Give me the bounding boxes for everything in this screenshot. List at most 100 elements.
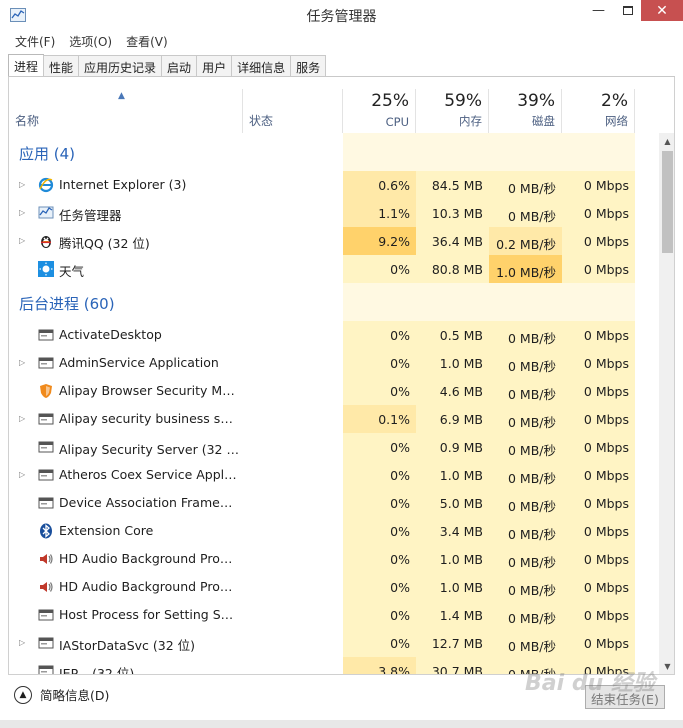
disk-value: 1.0 MB/秒 — [489, 255, 562, 283]
process-name: 天气 — [59, 264, 85, 279]
cpu-value: 0.6% — [343, 171, 416, 199]
minimize-button[interactable]: — — [584, 0, 613, 21]
maximize-button[interactable] — [613, 0, 642, 21]
task-manager-icon — [38, 205, 54, 221]
process-row[interactable]: HD Audio Background Proce... 0% 1.0 MB 0 MB… — [9, 573, 659, 601]
cpu-value: 9.2% — [343, 227, 416, 255]
process-list: 应用 (4) ▷ Internet Explorer (3) 0.6% 84.5 MB 0… — [9, 133, 659, 674]
process-name: Internet Explorer (3) — [59, 177, 187, 192]
column-network[interactable]: 2% 网络 — [562, 89, 635, 133]
memory-value: 10.3 MB — [416, 199, 489, 227]
disk-value: 0 MB/秒 — [489, 433, 562, 461]
close-button[interactable]: ✕ — [641, 0, 683, 21]
scroll-down-icon[interactable]: ▼ — [659, 658, 674, 674]
cpu-total-percent: 25% — [371, 91, 409, 111]
network-value: 0 Mbps — [562, 573, 635, 601]
group-header-apps[interactable]: 应用 (4) — [9, 133, 659, 171]
network-value: 0 Mbps — [562, 629, 635, 657]
process-row[interactable]: ▷ Alipay security business servi... 0.1% 6.… — [9, 405, 659, 433]
process-row[interactable]: HD Audio Background Proce... 0% 1.0 MB 0 MB… — [9, 545, 659, 573]
disk-value: 0 MB/秒 — [489, 489, 562, 517]
disk-value: 0 MB/秒 — [489, 573, 562, 601]
process-name: HD Audio Background Proce... — [59, 551, 239, 566]
process-row[interactable]: ▷ 腾讯QQ (32 位) 9.2% 36.4 MB 0.2 MB/秒 0 Mbps — [9, 227, 659, 255]
column-disk-label: 磁盘 — [532, 114, 555, 128]
tab-performance[interactable]: 性能 — [43, 55, 80, 77]
tab-services[interactable]: 服务 — [290, 55, 327, 77]
network-value: 0 Mbps — [562, 461, 635, 489]
weather-icon — [38, 261, 54, 277]
memory-value: 3.4 MB — [416, 517, 489, 545]
tab-app-history[interactable]: 应用历史记录 — [78, 55, 163, 77]
process-row[interactable]: Extension Core 0% 3.4 MB 0 MB/秒 0 Mbps — [9, 517, 659, 545]
cpu-value: 0% — [343, 629, 416, 657]
scroll-thumb[interactable] — [662, 151, 673, 253]
tab-startup[interactable]: 启动 — [161, 55, 198, 77]
sort-ascending-icon: ▲ — [118, 91, 125, 101]
process-row[interactable]: ▷ AdminService Application 0% 1.0 MB 0 MB/秒 0… — [9, 349, 659, 377]
expand-chevron-icon[interactable]: ▷ — [19, 208, 25, 217]
disk-value: 0 MB/秒 — [489, 377, 562, 405]
process-row[interactable]: Alipay Browser Security Mon... 0% 4.6 MB 0 … — [9, 377, 659, 405]
column-disk[interactable]: 39% 磁盘 — [489, 89, 562, 133]
process-name: Alipay security business servi... — [59, 411, 239, 426]
menu-options[interactable]: 选项(O) — [62, 31, 119, 51]
column-name-label: 名称 — [15, 114, 40, 128]
column-header: ▲ 名称 状态 25% CPU 59% 内存 39% 磁盘 2% 网络 — [9, 89, 659, 133]
expand-chevron-icon[interactable]: ▷ — [19, 414, 25, 423]
process-row[interactable]: ActivateDesktop 0% 0.5 MB 0 MB/秒 0 Mbps — [9, 321, 659, 349]
network-value: 0 Mbps — [562, 199, 635, 227]
cpu-value: 0% — [343, 255, 416, 283]
window-icon — [38, 439, 54, 455]
column-cpu[interactable]: 25% CPU — [343, 89, 416, 133]
tab-details[interactable]: 详细信息 — [231, 55, 292, 77]
column-network-label: 网络 — [605, 114, 628, 128]
scroll-up-icon[interactable]: ▲ — [659, 133, 674, 150]
memory-value: 1.0 MB — [416, 349, 489, 377]
expand-chevron-icon[interactable]: ▷ — [19, 470, 25, 479]
tab-processes[interactable]: 进程 — [8, 54, 45, 77]
menu-bar: 文件(F) 选项(O) 查看(V) — [0, 31, 683, 51]
process-row[interactable]: ▷ Internet Explorer (3) 0.6% 84.5 MB 0 MB/秒 0… — [9, 171, 659, 199]
window-bottom-edge — [0, 720, 683, 728]
process-name: Atheros Coex Service Applic... — [59, 467, 239, 482]
process-row[interactable]: 天气 0% 80.8 MB 1.0 MB/秒 0 Mbps — [9, 255, 659, 283]
fewer-details-button[interactable]: ▲ 简略信息(D) — [14, 685, 109, 704]
expand-chevron-icon[interactable]: ▷ — [19, 358, 25, 367]
network-value: 0 Mbps — [562, 171, 635, 199]
process-name: AdminService Application — [59, 355, 219, 370]
menu-file[interactable]: 文件(F) — [8, 31, 62, 51]
network-value: 0 Mbps — [562, 489, 635, 517]
process-name: Alipay Browser Security Mon... — [59, 383, 239, 398]
memory-value: 5.0 MB — [416, 489, 489, 517]
process-name: Extension Core — [59, 523, 154, 538]
vertical-scrollbar[interactable]: ▲ ▼ — [659, 133, 674, 674]
process-row[interactable]: ▷ Atheros Coex Service Applic... 0% 1.0 MB 0… — [9, 461, 659, 489]
cpu-value: 0% — [343, 517, 416, 545]
process-row[interactable]: Device Association Framewo... 0% 5.0 MB 0 M… — [9, 489, 659, 517]
process-name: HD Audio Background Proce... — [59, 579, 239, 594]
close-icon: ✕ — [656, 2, 668, 19]
minimize-icon: — — [592, 3, 605, 18]
process-name: Host Process for Setting Syn... — [59, 607, 239, 622]
cpu-value: 0% — [343, 601, 416, 629]
process-row[interactable]: ▷ IAStorDataSvc (32 位) 0% 12.7 MB 0 MB/秒 0 Mb… — [9, 629, 659, 657]
process-row[interactable]: ▷ 任务管理器 1.1% 10.3 MB 0 MB/秒 0 Mbps — [9, 199, 659, 227]
tab-users[interactable]: 用户 — [196, 55, 233, 77]
memory-value: 12.7 MB — [416, 629, 489, 657]
network-value: 0 Mbps — [562, 601, 635, 629]
column-memory[interactable]: 59% 内存 — [416, 89, 489, 133]
memory-value: 80.8 MB — [416, 255, 489, 283]
column-status[interactable]: 状态 — [243, 89, 343, 133]
expand-chevron-icon[interactable]: ▷ — [19, 236, 25, 245]
menu-view[interactable]: 查看(V) — [119, 31, 175, 51]
expand-chevron-icon[interactable]: ▷ — [19, 638, 25, 647]
column-name[interactable]: ▲ 名称 — [9, 89, 243, 133]
process-row[interactable]: Host Process for Setting Syn... 0% 1.4 MB 0… — [9, 601, 659, 629]
window-icon — [38, 355, 54, 371]
memory-value: 6.9 MB — [416, 405, 489, 433]
expand-chevron-icon[interactable]: ▷ — [19, 180, 25, 189]
process-row[interactable]: Alipay Security Server (32 位) 0% 0.9 MB 0 M… — [9, 433, 659, 461]
group-header-background[interactable]: 后台进程 (60) — [9, 283, 659, 321]
memory-value: 1.4 MB — [416, 601, 489, 629]
